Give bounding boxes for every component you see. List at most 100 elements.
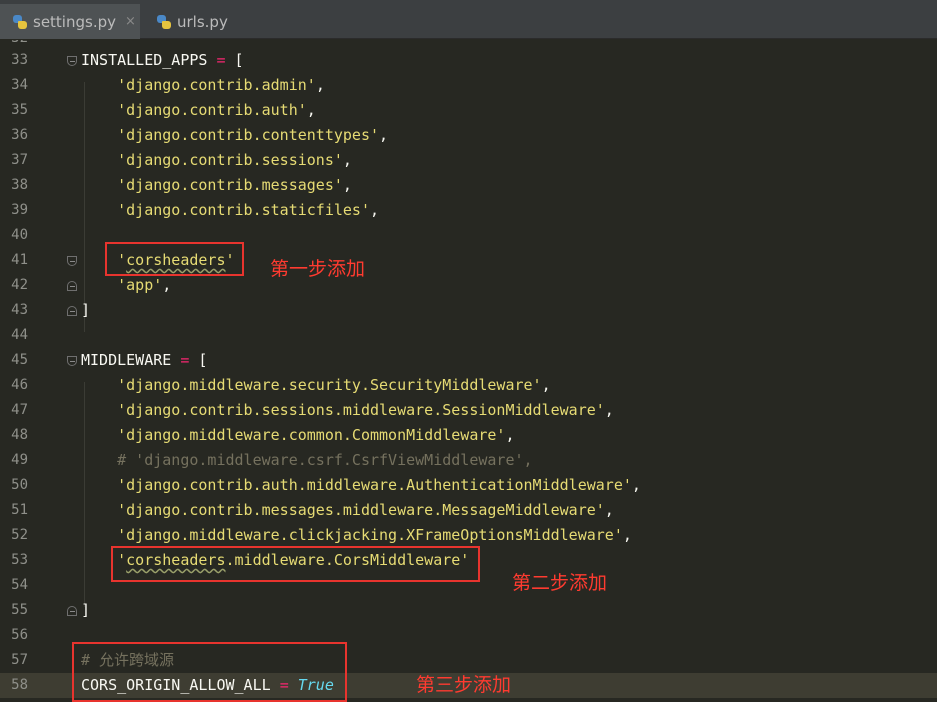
tab-label: urls.py [177, 12, 228, 31]
editor-tab-bar: settings.py × urls.py [0, 0, 937, 39]
code-line[interactable]: 42 'app', [0, 273, 937, 298]
code-line[interactable]: 39 'django.contrib.staticfiles', [0, 198, 937, 223]
code-token: ] [81, 601, 91, 619]
annotation-step2: 第二步添加 [512, 572, 608, 594]
code-line[interactable]: 35 'django.contrib.auth', [0, 98, 937, 123]
line-number: 35 [11, 102, 28, 118]
line-number: 56 [11, 627, 28, 643]
code-token: , [505, 426, 515, 444]
line-number: 37 [11, 152, 28, 168]
code-token: [ [189, 351, 208, 369]
fold-close-icon[interactable] [67, 606, 77, 616]
code-line[interactable]: 33 INSTALLED_APPS = [ [0, 48, 937, 73]
line-number: 34 [11, 77, 28, 93]
annotation-box-step2 [111, 546, 480, 582]
annotation-step3: 第三步添加 [416, 674, 512, 696]
code-token: 'django.contrib.sessions.middleware.Sess… [117, 401, 605, 419]
code-token: , [379, 126, 389, 144]
close-icon[interactable]: × [125, 14, 136, 29]
line-number: 52 [11, 527, 28, 543]
code-line[interactable]: 48 'django.middleware.common.CommonMiddl… [0, 423, 937, 448]
code-text: 'django.contrib.admin', [81, 73, 325, 98]
line-number: 53 [11, 552, 28, 568]
code-token: 'app' [117, 276, 163, 294]
code-editor[interactable]: 32 33INSTALLED_APPS = [34 'django.contri… [0, 40, 937, 702]
line-number: 45 [11, 352, 28, 368]
line-number: 33 [11, 52, 28, 68]
code-token: 'django.contrib.admin' [117, 76, 316, 94]
tab-urls-py[interactable]: urls.py [148, 4, 258, 39]
code-line[interactable]: 43] [0, 298, 937, 323]
code-line[interactable]: 44 [0, 323, 937, 348]
code-line[interactable]: 47 'django.contrib.sessions.middleware.S… [0, 398, 937, 423]
code-text: 'django.middleware.clickjacking.XFrameOp… [81, 523, 632, 548]
fold-close-icon[interactable] [67, 281, 77, 291]
line-number: 42 [11, 277, 28, 293]
code-line[interactable]: 38 'django.contrib.messages', [0, 173, 937, 198]
code-text: 'django.contrib.auth.middleware.Authenti… [81, 473, 641, 498]
code-text: 'django.contrib.sessions', [81, 148, 352, 173]
code-token: , [541, 376, 551, 394]
code-line[interactable]: 49 # 'django.middleware.csrf.CsrfViewMid… [0, 448, 937, 473]
code-text: 'django.middleware.security.SecurityMidd… [81, 373, 551, 398]
code-token: 'django.contrib.messages.middleware.Mess… [117, 501, 605, 519]
code-text: ] [81, 598, 90, 623]
line-number: 39 [11, 202, 28, 218]
code-text: INSTALLED_APPS = [ [81, 48, 244, 73]
code-token: , [306, 101, 316, 119]
code-token: 'django.contrib.sessions' [117, 151, 343, 169]
line-number: 51 [11, 502, 28, 518]
tab-settings-py[interactable]: settings.py × [0, 4, 140, 39]
code-token: 'django.middleware.common.CommonMiddlewa… [117, 426, 506, 444]
code-line[interactable]: 37 'django.contrib.sessions', [0, 148, 937, 173]
code-line[interactable]: 52 'django.middleware.clickjacking.XFram… [0, 523, 937, 548]
code-token: , [162, 276, 172, 294]
code-token: , [604, 501, 614, 519]
code-text: 'django.contrib.auth', [81, 98, 316, 123]
line-number: 55 [11, 602, 28, 618]
code-line[interactable]: 55] [0, 598, 937, 623]
code-text: 'django.contrib.staticfiles', [81, 198, 379, 223]
code-token: ] [81, 301, 91, 319]
code-token: , [342, 151, 352, 169]
code-token: # 'django.middleware.csrf.CsrfViewMiddle… [117, 451, 533, 469]
code-line[interactable]: 36 'django.contrib.contenttypes', [0, 123, 937, 148]
code-token: , [604, 401, 614, 419]
code-line[interactable]: 46 'django.middleware.security.SecurityM… [0, 373, 937, 398]
code-token: 'django.contrib.contenttypes' [117, 126, 380, 144]
line-number: 40 [11, 227, 28, 243]
line-number: 49 [11, 452, 28, 468]
line-number: 47 [11, 402, 28, 418]
fold-open-icon[interactable] [67, 56, 77, 66]
code-token: MIDDLEWARE [81, 351, 181, 369]
code-token: 'django.middleware.clickjacking.XFrameOp… [117, 526, 623, 544]
line-number: 36 [11, 127, 28, 143]
fold-open-icon[interactable] [67, 256, 77, 266]
code-token: 'django.contrib.staticfiles' [117, 201, 370, 219]
code-line[interactable]: 50 'django.contrib.auth.middleware.Authe… [0, 473, 937, 498]
line-number: 57 [11, 652, 28, 668]
line-number: 44 [11, 327, 28, 343]
fold-open-icon[interactable] [67, 356, 77, 366]
code-line[interactable]: 45 MIDDLEWARE = [ [0, 348, 937, 373]
code-text: MIDDLEWARE = [ [81, 348, 207, 373]
code-text: 'django.contrib.sessions.middleware.Sess… [81, 398, 614, 423]
code-line[interactable]: 34 'django.contrib.admin', [0, 73, 937, 98]
line-number: 41 [11, 252, 28, 268]
python-file-icon [12, 14, 28, 30]
code-line[interactable]: 51 'django.contrib.messages.middleware.M… [0, 498, 937, 523]
fold-close-icon[interactable] [67, 306, 77, 316]
line-number: 54 [11, 577, 28, 593]
annotation-step1: 第一步添加 [270, 258, 366, 280]
